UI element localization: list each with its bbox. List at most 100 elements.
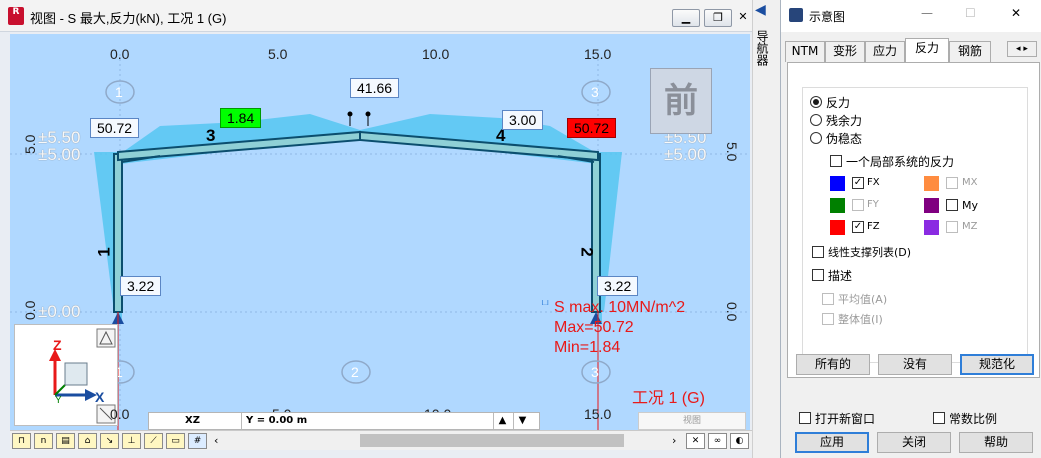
my-checkbox[interactable] (946, 199, 958, 211)
panel-minimize-button[interactable]: — (921, 6, 933, 20)
ruler-top-0: 0.0 (110, 46, 130, 62)
ruler-top-2: 10.0 (422, 46, 450, 62)
fx-color-swatch[interactable] (830, 176, 845, 191)
mz-label: MZ (962, 221, 978, 232)
value-box: 50.72 (90, 118, 140, 138)
constant-scale-checkbox[interactable] (933, 412, 945, 424)
ruler-top-3: 15.0 (584, 46, 612, 62)
toolbar-line-icon[interactable]: ▭ (166, 433, 185, 449)
navigator-arrow-icon[interactable]: ◀ (755, 2, 766, 18)
select-all-button[interactable]: 所有的 (796, 354, 870, 375)
maximize-button[interactable]: ❐ (704, 9, 732, 27)
coord-field[interactable]: Y = 0.00 m (241, 413, 491, 429)
node-number: 3 (591, 84, 599, 100)
mz-color-swatch[interactable] (924, 220, 939, 235)
fx-label: FX (867, 177, 880, 188)
tab-reaction[interactable]: 反力 (905, 38, 949, 63)
toolbar-result-icon[interactable]: ⟋ (144, 433, 163, 449)
my-label: My (962, 199, 979, 212)
mz-checkbox[interactable] (946, 221, 958, 233)
help-button[interactable]: 帮助 (959, 432, 1033, 453)
select-none-button[interactable]: 没有 (878, 354, 952, 375)
minimize-button[interactable]: ▁ (672, 9, 700, 27)
view-title-bar: R 视图 - S 最大,反力(kN), 工况 1 (G) ▁ ❐ ✕ (0, 0, 770, 32)
tab-content: 反力 残余力 伪稳态 一个局部系统的反力 ✓ FX MX FY My ✓ FZ … (787, 62, 1040, 378)
hscroll-thumb[interactable] (360, 434, 624, 447)
toolbar-surface-icon[interactable]: ⌂ (78, 433, 97, 449)
panel-title-bar: 示意图 — ☐ ✕ (781, 0, 1041, 32)
value-box: 3.22 (120, 276, 162, 296)
fx-checkbox[interactable]: ✓ (852, 177, 864, 189)
tab-deformation[interactable]: 变形 (825, 41, 865, 62)
toolbar-cross-icon[interactable]: ✕ (686, 433, 705, 449)
toolbar-load-icon[interactable]: ↘ (100, 433, 119, 449)
hscroll-right-icon[interactable]: › (672, 434, 676, 447)
tab-stress[interactable]: 应力 (865, 41, 905, 62)
toolbar-link-icon[interactable]: ∞ (708, 433, 727, 449)
radio-pseudo-steady-label: 伪稳态 (826, 132, 863, 146)
toolbar-member-icon[interactable]: n (34, 433, 53, 449)
my-color-swatch[interactable] (924, 198, 939, 213)
toolbar-render-icon[interactable]: ◐ (730, 433, 749, 449)
tab-rebar[interactable]: 钢筋 (949, 41, 991, 62)
supports (112, 312, 602, 324)
local-system-checkbox[interactable] (830, 155, 842, 167)
fy-label: FY (867, 199, 879, 210)
close-panel-button[interactable]: 关闭 (877, 432, 951, 453)
radio-residual[interactable] (810, 114, 822, 126)
radio-pseudo-steady[interactable] (810, 132, 822, 144)
tab-ntm[interactable]: NTM (785, 41, 825, 62)
apex-marker (347, 111, 371, 126)
coord-down-button[interactable]: ▼ (513, 413, 531, 429)
navigator-strip[interactable]: ◀ 导航器 (752, 0, 770, 458)
close-button[interactable]: ✕ (736, 9, 750, 27)
bottom-toolbar: ⊓ n ▤ ⌂ ↘ ⊥ ⟋ ▭ # ‹ › ✕ ∞ ◐ (10, 430, 770, 450)
mx-checkbox[interactable] (946, 177, 958, 189)
value-box: 3.22 (597, 276, 639, 296)
radio-reaction[interactable] (810, 96, 822, 108)
legend: S max. 10MN/m^2 Max=50.72 Min=1.84 (554, 298, 685, 358)
stress-diagram (94, 114, 622, 324)
member-label: 2 (577, 247, 597, 257)
toolbar-node-icon[interactable]: ⊓ (12, 433, 31, 449)
max-value-box: 50.72 (567, 118, 617, 138)
hscroll-left-icon[interactable]: ‹ (214, 434, 218, 447)
describe-checkbox[interactable] (812, 269, 824, 281)
panel-maximize-button[interactable]: ☐ (965, 6, 976, 20)
diagram-panel: 示意图 — ☐ ✕ NTM 变形 应力 反力 钢筋 ◂ ▸ 反力 残余力 伪稳态… (780, 0, 1041, 458)
global-value-label: 整体值(I) (838, 313, 883, 326)
fz-color-swatch[interactable] (830, 220, 845, 235)
open-new-window-checkbox[interactable] (799, 412, 811, 424)
navigator-label[interactable]: 导航器 (754, 30, 771, 66)
ruler-right-1: 0.0 (724, 302, 740, 322)
mx-color-swatch[interactable] (924, 176, 939, 191)
toolbar-numbering-icon[interactable]: # (188, 433, 207, 449)
view-cube-label: 前 (664, 81, 698, 121)
average-checkbox[interactable] (822, 293, 834, 305)
tab-scroll-buttons[interactable]: ◂ ▸ (1007, 41, 1037, 57)
fz-checkbox[interactable]: ✓ (852, 221, 864, 233)
view-cube[interactable]: 前 (650, 68, 712, 134)
linear-support-checkbox[interactable] (812, 246, 824, 258)
fy-color-swatch[interactable] (830, 198, 845, 213)
model-canvas[interactable]: 0.0 5.0 10.0 15.0 5.0 0.0 5.0 0.0 ±5.50 … (10, 34, 750, 432)
toolbar-support-icon[interactable]: ⊥ (122, 433, 141, 449)
panel-close-button[interactable]: ✕ (1011, 6, 1021, 20)
legend-line-3: Min=1.84 (554, 339, 621, 356)
open-new-window-label: 打开新窗口 (815, 412, 876, 426)
axes-widget: Z X Y (14, 324, 118, 426)
coordinate-bar: XZ Y = 0.00 m ▲ ▼ (148, 412, 540, 430)
axes-icon (49, 328, 116, 424)
level-label-000: ±0.00 (38, 302, 81, 321)
fy-checkbox[interactable] (852, 199, 864, 211)
member-label: 1 (94, 247, 114, 257)
coord-up-button[interactable]: ▲ (493, 413, 511, 429)
toolbar-section-icon[interactable]: ▤ (56, 433, 75, 449)
legend-line-2: Max=50.72 (554, 319, 634, 336)
global-value-checkbox[interactable] (822, 313, 834, 325)
app-logo-icon: R (8, 7, 24, 25)
radio-reaction-label: 反力 (826, 96, 851, 110)
normalize-button[interactable]: 规范化 (960, 354, 1034, 375)
axis-z-label: Z (53, 337, 62, 353)
apply-button[interactable]: 应用 (795, 432, 869, 453)
